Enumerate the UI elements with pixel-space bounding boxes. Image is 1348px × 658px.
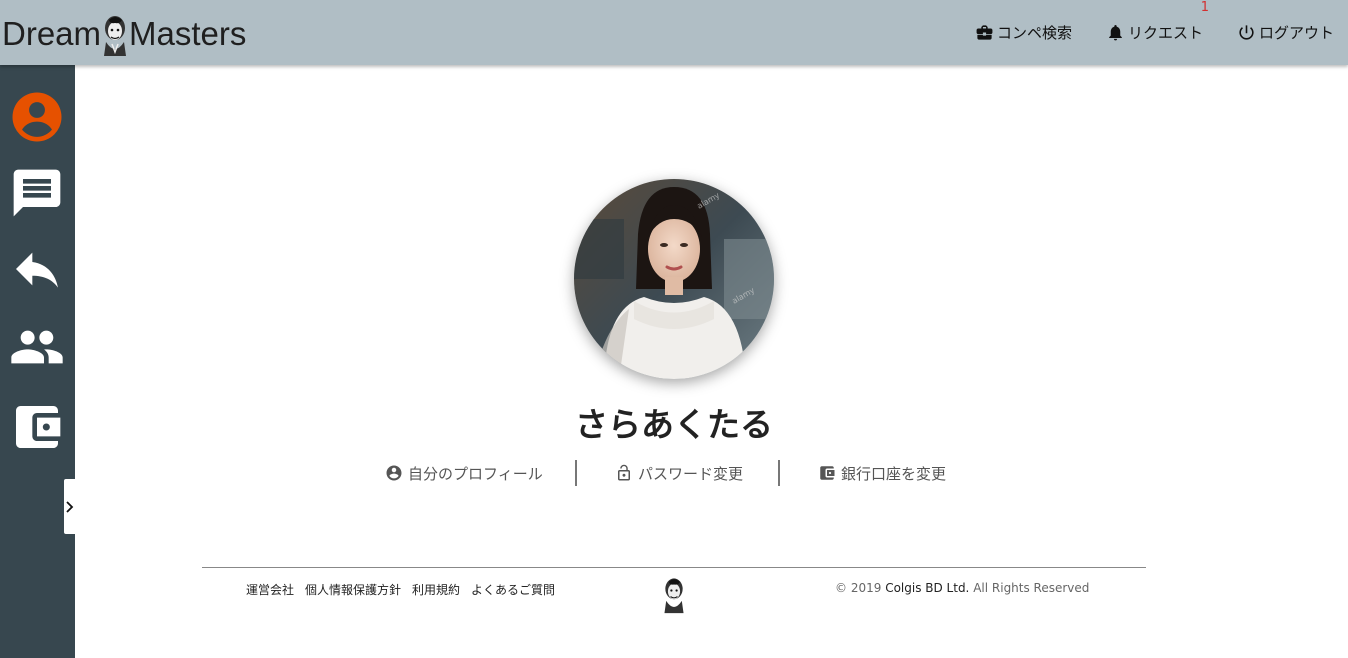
sidebar-item-wallet[interactable] [9,399,65,455]
footer-links: 運営会社 個人情報保護方針 利用規約 よくあるご質問 [246,581,566,598]
my-profile-link[interactable]: 自分のプロフィール [385,458,543,488]
bell-icon [1109,24,1122,41]
logo-face-icon [104,16,127,56]
logo-text-left: Dream [2,15,102,52]
footer-link-terms[interactable]: 利用規約 [412,581,460,598]
footer-link-privacy[interactable]: 個人情報保護方針 [305,581,401,598]
sidebar-item-messages[interactable] [9,165,65,221]
profile-name: さらあくたる [575,405,773,444]
power-icon [1239,25,1254,40]
account-circle-icon [12,92,62,142]
sidebar-expand-toggle[interactable] [64,479,75,534]
app-logo[interactable]: Dream Masters [2,12,246,56]
change-bank-account-link[interactable]: 銀行口座を変更 [818,458,946,488]
copyright-prefix: © 2019 [835,581,882,595]
logout-label: ログアウト [1258,24,1334,42]
profile-action-links: 自分のプロフィール パスワード変更 銀行口座を変更 [380,458,960,488]
link-divider [778,460,780,486]
profile-photo: alamy alamy [574,179,774,379]
account-circle-icon [386,465,402,481]
competition-search-label: コンペ検索 [996,24,1072,42]
request-label: リクエスト [1127,24,1203,42]
footer-link-company[interactable]: 運営会社 [246,581,294,598]
copyright-company: Colgis BD Ltd. [885,581,970,595]
sidebar-item-profile[interactable] [9,89,65,145]
footer-divider [202,567,1146,568]
copyright-text: © 2019 Colgis BD Ltd. All Rights Reserve… [835,581,1089,595]
link-divider [575,460,577,486]
competition-search-link[interactable]: コンペ検索 [975,22,1072,43]
chevron-right-icon [66,500,74,513]
change-password-link[interactable]: パスワード変更 [615,458,743,488]
left-sidebar [0,65,75,658]
message-icon [13,169,61,217]
top-nav: コンペ検索 リクエスト 1 ログアウト [941,0,1334,65]
my-profile-label: 自分のプロフィール [408,464,543,483]
logout-link[interactable]: ログアウト [1237,22,1334,43]
profile-avatar: alamy alamy [574,179,774,379]
request-link[interactable]: リクエスト 1 [1106,0,1209,43]
copyright-suffix: All Rights Reserved [973,581,1090,595]
change-password-label: パスワード変更 [638,464,744,483]
reply-icon [16,252,58,288]
footer-logo-icon [664,578,684,614]
lock-open-icon [618,464,630,481]
logo-text-right: Masters [129,15,247,52]
change-bank-account-label: 銀行口座を変更 [841,464,947,483]
people-icon [11,330,63,364]
wallet-icon [16,406,61,448]
request-count-badge: 1 [1200,0,1209,15]
wallet-icon [820,466,835,480]
sidebar-item-replies[interactable] [9,241,65,297]
sidebar-item-people[interactable] [9,319,65,375]
footer-link-faq[interactable]: よくあるご質問 [471,581,555,598]
briefcase-icon [976,25,993,40]
top-header: Dream Masters コンペ検索 リクエスト 1 ログアウト [0,0,1348,65]
